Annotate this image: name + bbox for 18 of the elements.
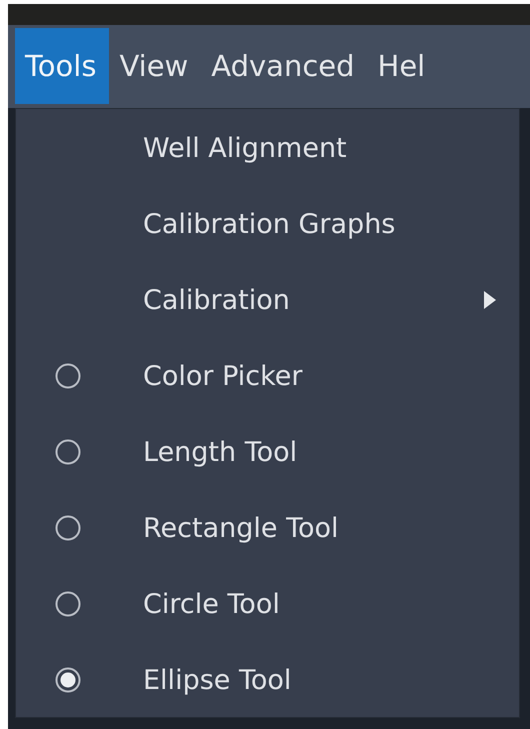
menu-item[interactable]: Length Tool: [16, 414, 519, 490]
menu-bar-item[interactable]: Tools: [15, 28, 110, 104]
radio-button[interactable]: [54, 590, 82, 618]
submenu-arrow-icon: [483, 290, 497, 310]
menu-item[interactable]: Circle Tool: [16, 566, 519, 642]
radio-button[interactable]: [54, 438, 82, 466]
menu-bar-item[interactable]: Hel: [368, 28, 438, 104]
menu-item[interactable]: Calibration: [16, 262, 519, 338]
menu-item[interactable]: Rectangle Tool: [16, 490, 519, 566]
menu-bar-item[interactable]: Advanced: [201, 28, 368, 104]
menu-item[interactable]: Ellipse Tool: [16, 642, 519, 718]
menu-item[interactable]: Color Picker: [16, 338, 519, 414]
menu-bar-item[interactable]: View: [109, 28, 202, 104]
menu-item[interactable]: Well Alignment: [16, 110, 519, 186]
menu-item[interactable]: Calibration Graphs: [16, 186, 519, 262]
radio-button[interactable]: [54, 666, 82, 694]
radio-button[interactable]: [54, 514, 82, 542]
radio-button[interactable]: [54, 362, 82, 390]
